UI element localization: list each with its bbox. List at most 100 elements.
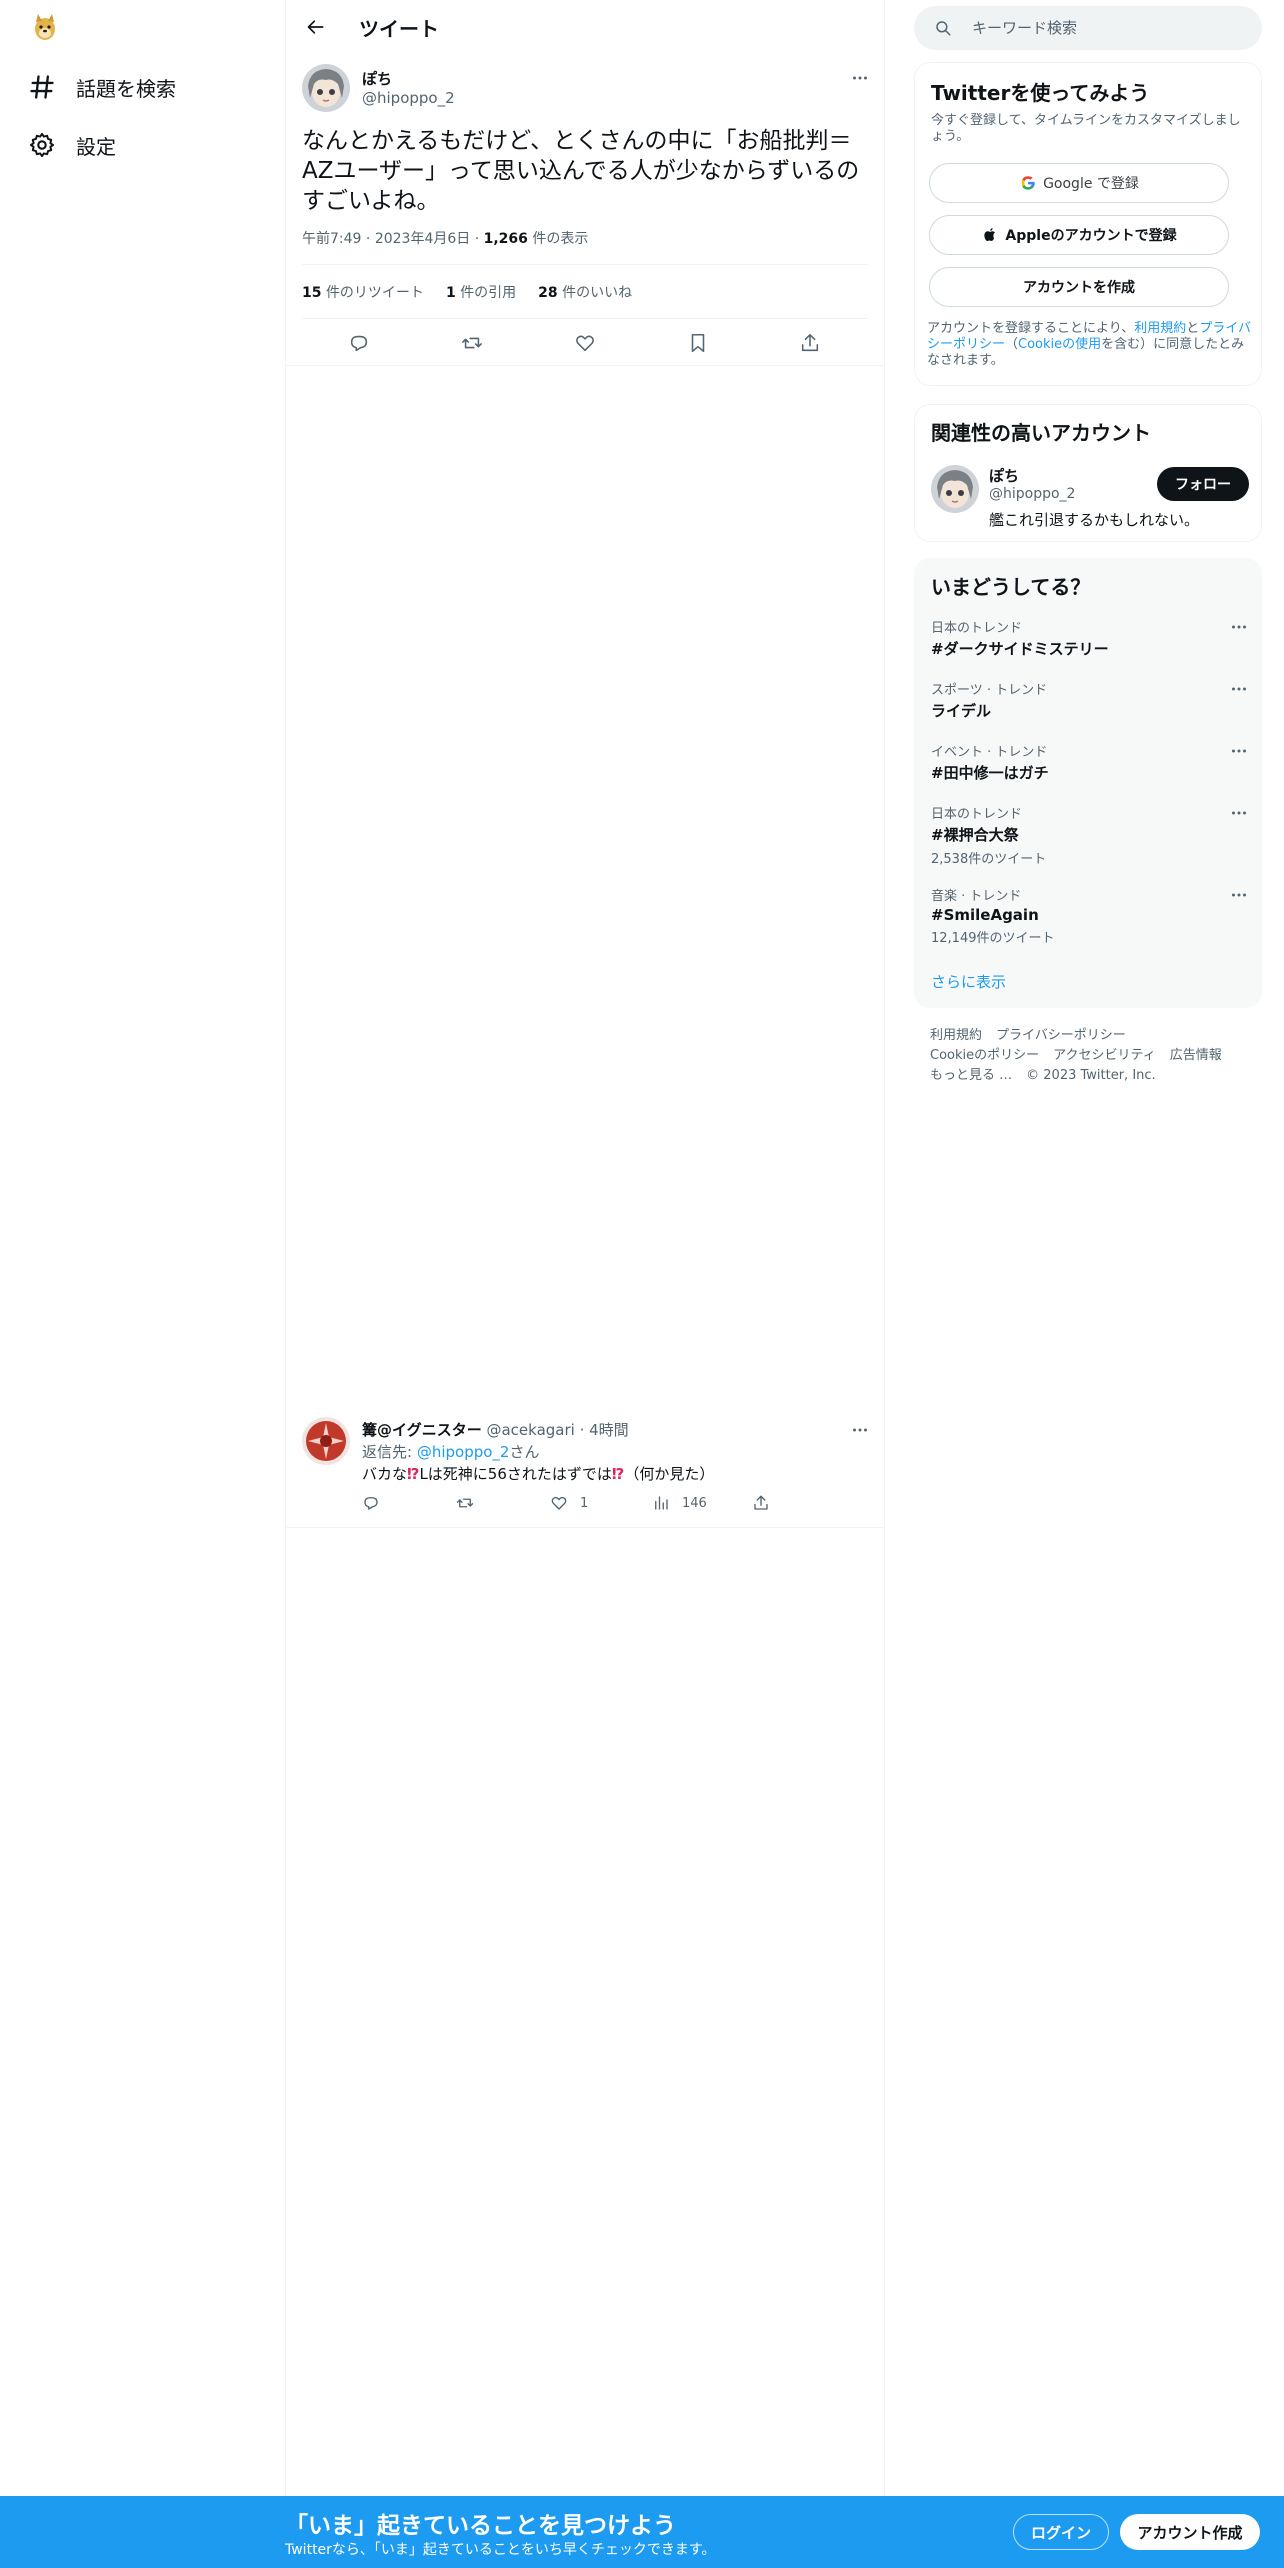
apple-signup-label: Appleのアカウントで登録 <box>1005 228 1177 244</box>
trend-item[interactable]: スポーツ · トレンド ライデル <box>931 679 1247 721</box>
trend-item[interactable]: 日本のトレンド #ダークサイドミステリー <box>931 617 1247 659</box>
follow-button[interactable]: フォロー <box>1157 467 1249 501</box>
copyright: © 2023 Twitter, Inc. <box>1026 1068 1156 1083</box>
search-input[interactable] <box>972 19 1242 37</box>
back-button[interactable] <box>300 11 332 43</box>
views-button[interactable]: 146 <box>652 1494 707 1512</box>
tweet-meta: 午前7:49 · 2023年4月6日 · 1,266 件の表示 <box>302 231 589 247</box>
reply-icon <box>350 335 368 352</box>
related-title: 関連性の高いアカウント <box>931 421 1151 445</box>
bookmark-button[interactable] <box>687 332 711 356</box>
reply-action-bar: 1 146 <box>362 1494 832 1518</box>
retweet-icon <box>462 337 482 349</box>
more-horizontal-icon <box>853 76 867 80</box>
reply-button[interactable] <box>348 332 372 356</box>
footer-link[interactable]: アクセシビリティ <box>1053 1048 1156 1063</box>
footer-link[interactable]: Cookieのポリシー <box>930 1048 1039 1063</box>
like-button[interactable]: 1 <box>550 1494 588 1512</box>
more-horizontal-icon <box>1232 687 1246 691</box>
create-account-button[interactable]: アカウントを作成 <box>929 267 1229 307</box>
bottom-bar-title: 「いま」起きていることを見つけよう <box>285 2513 676 2539</box>
like-count: 1 <box>580 1495 589 1511</box>
reply-to-line: 返信先: @hipoppo_2さん <box>362 1443 540 1461</box>
more-horizontal-icon <box>1232 811 1246 815</box>
analytics-icon <box>655 1496 668 1510</box>
avatar[interactable] <box>302 1417 350 1465</box>
bottom-bar-subtitle: Twitterなら、「いま」起きていることをいち早くチェックできます。 <box>285 2542 716 2558</box>
related-account-bio: 艦これ引退するかもしれない。 <box>989 511 1200 529</box>
likes-stat[interactable]: 28 件のいいね <box>538 282 632 302</box>
retweet-button[interactable] <box>461 332 485 356</box>
divider <box>286 365 884 366</box>
reply-tweet[interactable]: 篝@イグニスター @acekagari · 4時間 返信先: @hipoppo_… <box>286 1410 884 1528</box>
footer-link[interactable]: もっと見る … <box>930 1068 1012 1083</box>
more-horizontal-icon <box>853 1428 867 1432</box>
doge-logo-icon[interactable] <box>30 12 60 42</box>
reply-text: バカな⁉Lは死神に56されたはずでは⁉（何か見た） <box>362 1465 715 1483</box>
exclamation-question-icon: ⁉ <box>407 1465 420 1483</box>
footer-link[interactable]: 広告情報 <box>1170 1048 1222 1063</box>
tweet-time[interactable]: 午前7:49 <box>302 231 361 247</box>
avatar[interactable] <box>302 64 350 112</box>
apple-signup-button[interactable]: Appleのアカウントで登録 <box>929 215 1229 255</box>
footer-link[interactable]: プライバシーポリシー <box>996 1028 1126 1043</box>
signup-button[interactable]: アカウント作成 <box>1120 2514 1260 2550</box>
login-button[interactable]: ログイン <box>1013 2514 1109 2550</box>
trend-item[interactable]: 音楽 · トレンド #SmileAgain 12,149件のツイート <box>931 885 1247 946</box>
arrow-left-icon <box>307 20 324 34</box>
share-button[interactable] <box>752 1494 770 1512</box>
terms-link[interactable]: 利用規約 <box>1134 321 1186 336</box>
like-icon <box>576 335 594 352</box>
trend-more-button[interactable] <box>1225 679 1253 699</box>
trend-item[interactable]: 日本のトレンド #裸押合大祭 2,538件のツイート <box>931 803 1247 867</box>
left-navigation: 話題を検索 設定 <box>0 0 285 2568</box>
main-column: ツイート ぽち @hipoppo_2 なんとかえるもだけど、とくさんの中に「お船… <box>285 0 885 2496</box>
author-handle[interactable]: @hipoppo_2 <box>362 89 455 107</box>
footer-link[interactable]: 利用規約 <box>930 1028 982 1043</box>
nav-item-settings[interactable]: 設定 <box>28 125 116 165</box>
google-signup-label: Google で登録 <box>1043 176 1139 192</box>
tweet-action-bar <box>286 322 884 366</box>
more-horizontal-icon <box>1232 893 1246 897</box>
avatar[interactable] <box>931 465 979 513</box>
cookie-link[interactable]: Cookieの使用 <box>1018 337 1101 352</box>
trend-more-button[interactable] <box>1225 617 1253 637</box>
divider <box>302 318 868 319</box>
hashtag-icon <box>30 75 54 99</box>
retweet-button[interactable] <box>456 1494 474 1512</box>
reply-author-handle[interactable]: @acekagari <box>486 1421 574 1439</box>
trend-more-button[interactable] <box>1225 885 1253 905</box>
show-more-link[interactable]: さらに表示 <box>931 971 1006 992</box>
gear-icon <box>29 132 55 158</box>
related-account-handle[interactable]: @hipoppo_2 <box>989 486 1075 502</box>
trend-more-button[interactable] <box>1225 803 1253 823</box>
reply-button[interactable] <box>362 1494 380 1512</box>
more-options-button[interactable] <box>846 1420 874 1440</box>
like-button[interactable] <box>574 332 598 356</box>
trend-more-button[interactable] <box>1225 741 1253 761</box>
more-horizontal-icon <box>1232 749 1246 753</box>
like-icon <box>551 1496 567 1510</box>
exclamation-question-icon: ⁉ <box>611 1465 625 1483</box>
google-signup-button[interactable]: Google で登録 <box>929 163 1229 203</box>
search-box[interactable] <box>914 6 1262 50</box>
nav-item-explore[interactable]: 話題を検索 <box>28 67 176 107</box>
related-account-name[interactable]: ぽち <box>989 465 1019 486</box>
reply-to-link[interactable]: @hipoppo_2 <box>417 1443 510 1461</box>
reply-author-name[interactable]: 篝@イグニスター <box>362 1421 482 1439</box>
quotes-stat[interactable]: 1 件の引用 <box>446 282 516 302</box>
author-name[interactable]: ぽち <box>362 68 392 89</box>
retweets-stat[interactable]: 15 件のリツイート <box>302 282 424 302</box>
signup-subtitle: 今すぐ登録して、タイムラインをカスタマイズしましょう。 <box>931 113 1241 144</box>
views-count: 1,266 <box>483 231 528 247</box>
more-options-button[interactable] <box>846 68 874 88</box>
page-title: ツイート <box>359 17 439 41</box>
tweet-date[interactable]: 2023年4月6日 <box>375 231 470 247</box>
trends-panel: いまどうしてる？ 日本のトレンド #ダークサイドミステリー スポーツ · トレン… <box>914 558 1262 1008</box>
trend-item[interactable]: イベント · トレンド #田中修一はガチ <box>931 741 1247 783</box>
create-account-label: アカウントを作成 <box>1023 280 1135 296</box>
share-button[interactable] <box>799 332 823 356</box>
retweet-icon <box>456 1498 474 1508</box>
tweet-stats: 15 件のリツイート 1 件の引用 28 件のいいね <box>302 282 632 302</box>
reply-time[interactable]: 4時間 <box>589 1421 629 1439</box>
